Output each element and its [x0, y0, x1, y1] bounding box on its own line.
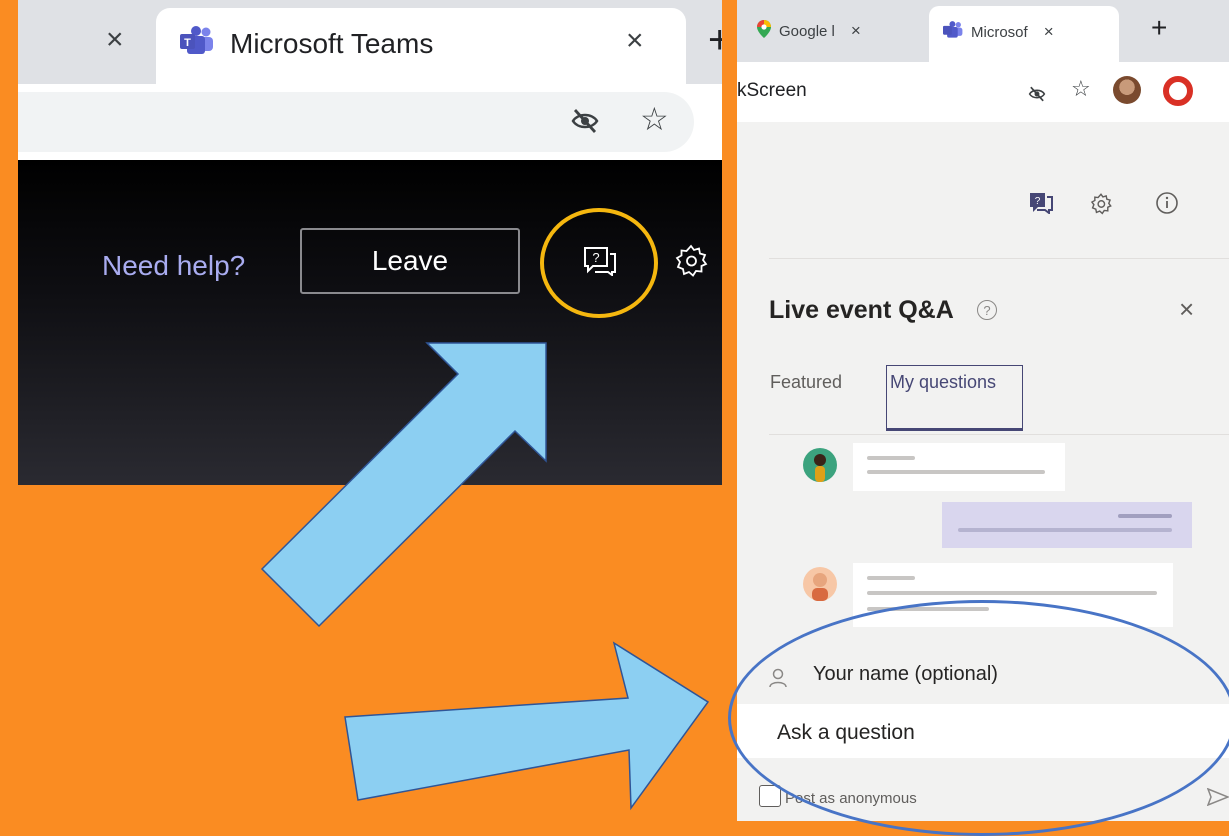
arrow-to-ask-input: [344, 641, 710, 811]
arrow-to-qa-icon: [260, 342, 547, 628]
annotation-arrows: [260, 342, 710, 811]
